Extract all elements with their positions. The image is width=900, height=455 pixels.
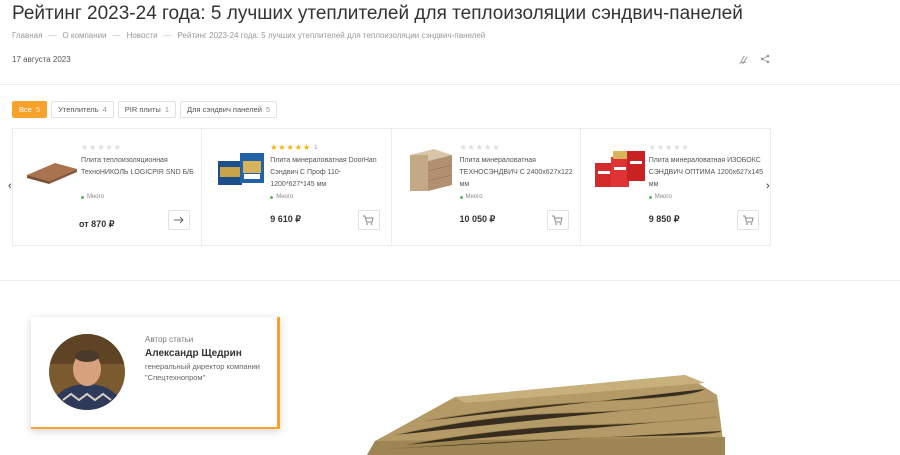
rating-stars: ★★★★★ [648,143,690,152]
breadcrumb-separator: — [163,31,172,40]
stock-label: Много [465,194,483,200]
product-image[interactable] [404,143,458,195]
print-icon[interactable] [737,53,749,65]
product-price: 10 050 ₽ [459,214,496,224]
product-card[interactable]: ★★★★★ 1 Плита минераловатная DoorHan Сэнд… [202,129,392,245]
product-card[interactable]: ★★★★★ Плита минераловатная ТЕХНОСЭНДВИЧ … [392,129,581,245]
product-carousel: ★★★★★ Плита теплоизоляционная ТехноНИКОЛ… [12,128,771,246]
product-price: 9 850 ₽ [648,214,680,224]
stock-label: Много [276,194,294,200]
breadcrumb-about[interactable]: О компании [62,31,106,40]
filter-label: Для сэндвич панелей [186,105,262,114]
product-name[interactable]: Плита минераловатная DoorHan Сэндвич С П… [270,155,385,191]
add-to-cart-button[interactable] [546,210,569,230]
breadcrumb-news[interactable]: Новости [127,31,158,40]
product-price: от 870 ₽ [79,219,115,229]
product-name[interactable]: Плита минераловатная ТЕХНОСЭНДВИЧ С 2400… [460,155,575,191]
add-to-cart-button[interactable] [357,210,380,230]
stock-status: Много [270,194,293,200]
stock-dot-icon [81,195,84,199]
filter-sandwich[interactable]: Для сэндвич панелей 5 [179,101,278,118]
rating-stars: ★★★★★ [459,143,501,152]
breadcrumb: Главная — О компании — Новости — Рейтинг 2023-… [12,31,485,40]
product-image[interactable] [593,143,647,195]
product-filter-tabs: Все 5 Утеплитель 4 PIR плиты 1 Для сэндвич … [12,101,278,118]
filter-label: Утеплитель [58,105,99,114]
arrow-right-icon [174,216,184,224]
avatar [49,334,125,410]
rating-stars: ★★★★★ 1 [270,143,318,152]
stock-dot-icon [459,195,463,199]
product-details-button[interactable] [168,210,191,230]
filter-count: 4 [102,105,107,114]
stock-label: Много [654,194,672,200]
filter-label: Все [19,105,32,114]
stock-status: Много [81,194,104,200]
breadcrumb-current: Рейтинг 2023-24 года: 5 лучших утеплител… [177,31,486,40]
divider [0,280,900,281]
stock-dot-icon [270,195,274,199]
product-card[interactable]: ★★★★★ Плита минераловатная ИЗОБОКС СЭНДВ… [581,129,770,245]
divider [0,84,900,85]
add-to-cart-button[interactable] [737,210,759,230]
filter-count: 1 [164,105,169,114]
breadcrumb-separator: — [48,31,57,40]
article-hero-image [305,317,758,455]
product-card[interactable]: ★★★★★ Плита теплоизоляционная ТехноНИКОЛ… [13,129,203,245]
author-caption: Автор статьи [145,335,194,344]
breadcrumb-home[interactable]: Главная [12,31,42,40]
breadcrumb-separator: — [112,31,121,40]
author-card: Автор статьи Александр Щедрин генеральны… [31,317,280,429]
product-image[interactable] [25,143,79,195]
author-name: Александр Щедрин [145,348,242,359]
cart-icon [363,215,374,225]
filter-all[interactable]: Все 5 [12,101,48,118]
product-price: 9 610 ₽ [270,214,301,224]
stock-status: Много [459,194,483,200]
product-image[interactable] [214,143,268,195]
filter-count: 5 [265,105,271,114]
article-actions [737,53,771,65]
article-date: 17 августа 2023 [12,55,71,64]
share-icon[interactable] [759,53,771,65]
filter-pir[interactable]: PIR плиты 1 [117,101,176,118]
filter-insulation[interactable]: Утеплитель 4 [51,101,114,118]
stock-label: Много [87,194,105,200]
rating-stars: ★★★★★ [81,143,122,152]
product-name[interactable]: Плита минераловатная ИЗОБОКС СЭНДВИЧ ОПТ… [649,155,764,191]
page-title: Рейтинг 2023-24 года: 5 лучших утеплител… [12,3,743,24]
author-role: генеральный директор компании "Спецтехно… [145,362,260,382]
cart-icon [552,215,563,225]
stock-dot-icon [648,195,652,199]
filter-label: PIR плиты [124,105,161,114]
stock-status: Много [648,194,672,200]
cart-icon [742,215,754,225]
filter-count: 5 [35,105,41,114]
product-name[interactable]: Плита теплоизоляционная ТехноНИКОЛЬ LOGI… [81,155,196,179]
